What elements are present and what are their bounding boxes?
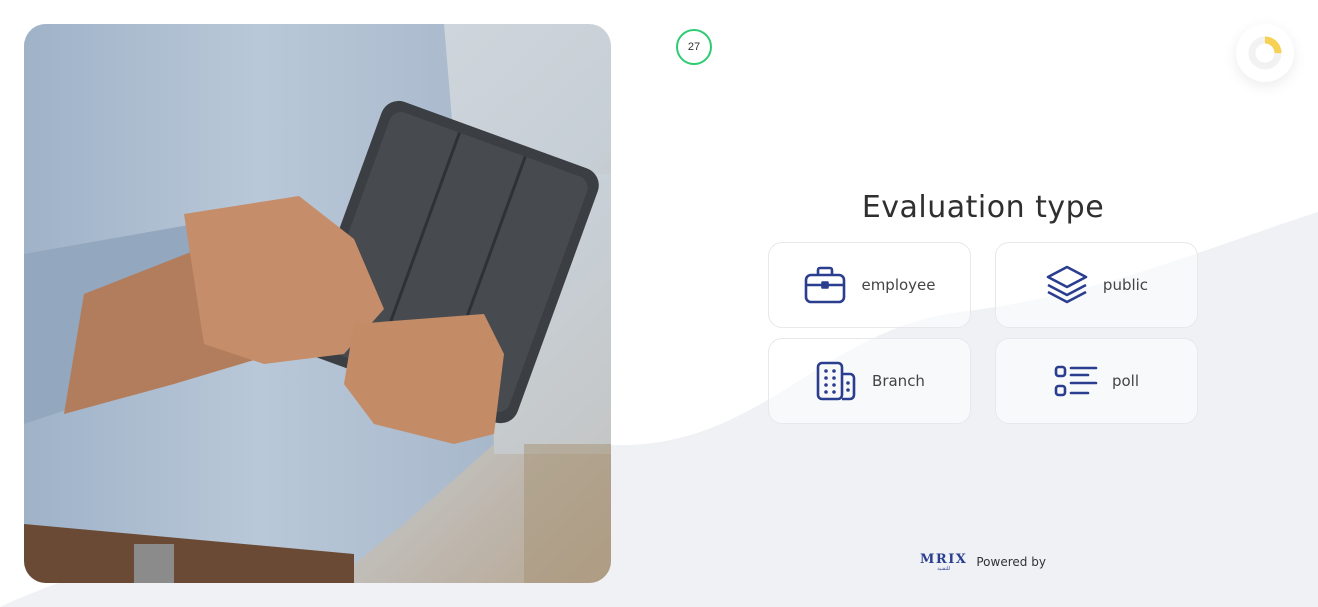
hero-photo [24,24,611,583]
list-icon [1054,359,1098,403]
briefcase-icon [803,263,847,307]
countdown-timer: 27 [675,28,713,66]
timer-value: 27 [687,41,701,53]
powered-by-text: Powered by [976,555,1046,569]
option-employee[interactable]: employee [768,242,971,328]
option-label: Branch [872,372,925,390]
building-icon [814,359,858,403]
option-label: poll [1111,372,1140,390]
logo-subtext: للتقنية [937,565,951,572]
option-poll[interactable]: poll [995,338,1198,424]
footer: MRIX للتقنية Powered by [920,550,1046,574]
layers-icon [1045,263,1089,307]
option-label: employee [861,276,936,294]
page-title: Evaluation type [861,190,1105,225]
option-label: public [1102,276,1149,294]
option-public[interactable]: public [995,242,1198,328]
logo-text: MRIX [920,551,968,567]
progress-indicator [1236,24,1294,82]
option-branch[interactable]: Branch [768,338,971,424]
brand-logo: MRIX للتقنية [920,553,967,572]
progress-ring-icon [1248,36,1282,70]
